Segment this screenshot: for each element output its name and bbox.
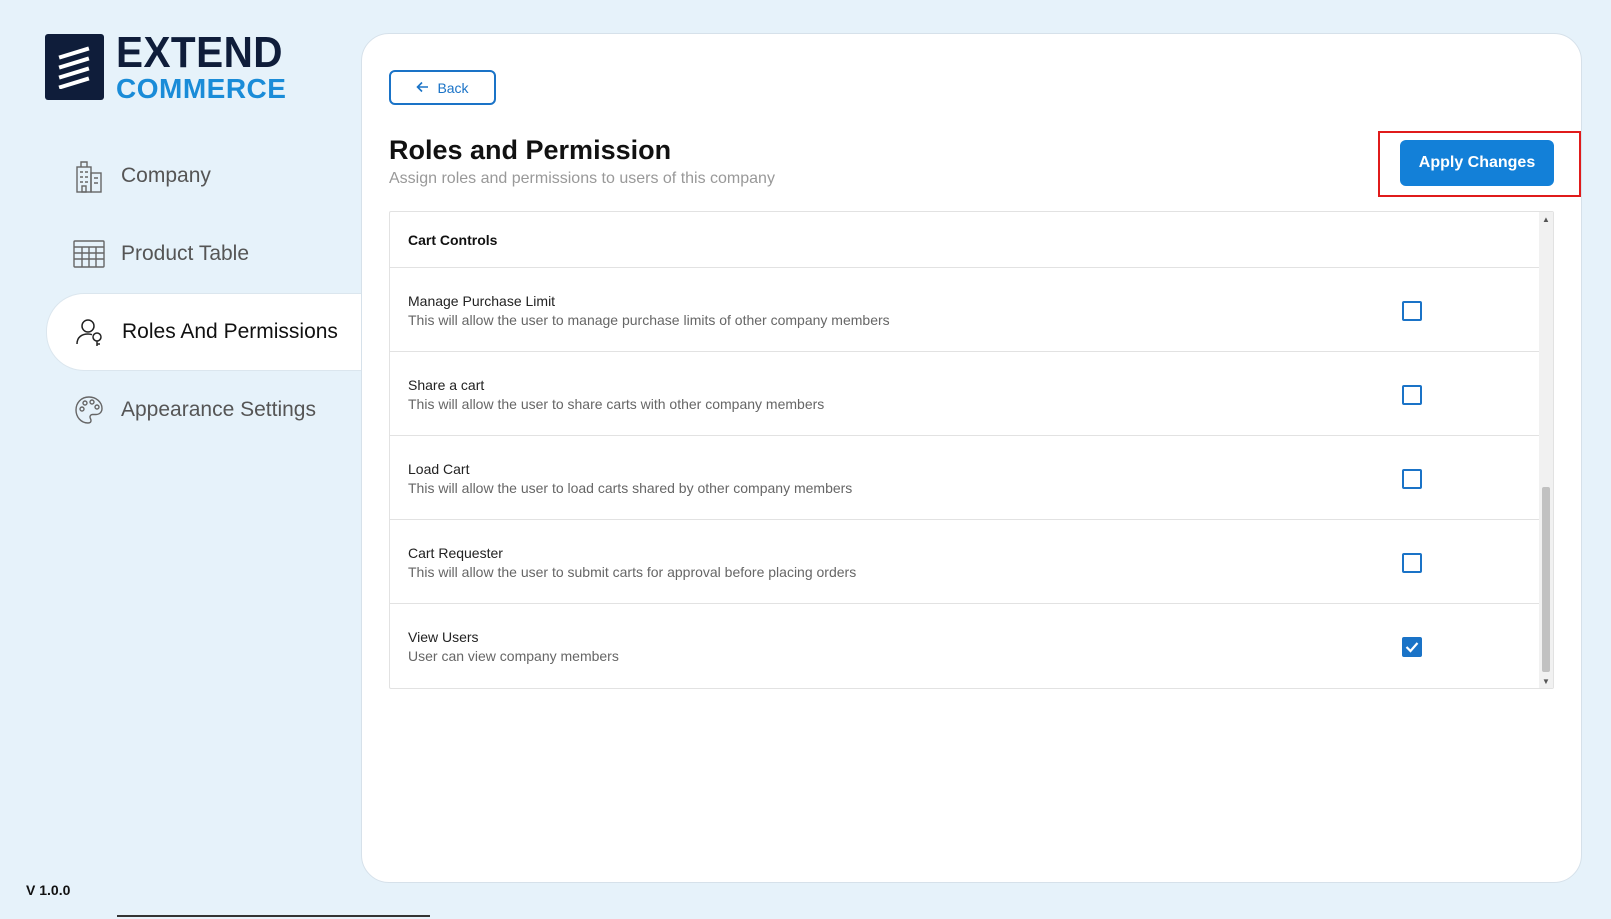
permission-checkbox[interactable] [1402, 553, 1422, 573]
back-button-label: Back [437, 79, 469, 96]
permission-name: Cart Requester [408, 545, 503, 561]
page-subtitle: Assign roles and permissions to users of… [389, 170, 775, 187]
section-header: Cart Controls [390, 212, 1539, 268]
permission-name: Share a cart [408, 377, 485, 393]
user-key-icon [74, 316, 106, 348]
permission-checkbox[interactable] [1402, 301, 1422, 321]
vertical-scrollbar[interactable]: ▲ ▼ [1539, 212, 1553, 688]
permission-row-load-cart: Load Cart This will allow the user to lo… [390, 436, 1539, 520]
permission-name: View Users [408, 629, 479, 645]
main-panel: Back Roles and Permission Assign roles a… [361, 33, 1582, 883]
scrollbar-thumb[interactable] [1542, 487, 1550, 672]
permission-checkbox-checked[interactable] [1402, 637, 1422, 657]
permissions-list: Cart Controls Manage Purchase Limit This… [390, 212, 1539, 688]
permission-row-view-users: View Users User can view company members [390, 604, 1539, 688]
sidebar-item-label: Product Table [121, 242, 250, 265]
permission-row-manage-purchase-limit: Manage Purchase Limit This will allow th… [390, 268, 1539, 352]
permission-description: This will allow the user to load carts s… [408, 480, 853, 496]
logo-mark-icon [45, 34, 104, 100]
permission-checkbox[interactable] [1402, 385, 1422, 405]
sidebar-item-appearance-settings[interactable]: Appearance Settings [46, 371, 362, 449]
permissions-table: Cart Controls Manage Purchase Limit This… [389, 211, 1554, 689]
sidebar-item-label: Appearance Settings [121, 398, 316, 421]
permission-description: This will allow the user to submit carts… [408, 564, 857, 580]
back-button[interactable]: Back [389, 70, 496, 105]
building-icon [73, 160, 105, 193]
table-icon [73, 238, 105, 270]
permission-description: User can view company members [408, 648, 619, 664]
permission-row-share-a-cart: Share a cart This will allow the user to… [390, 352, 1539, 436]
scroll-down-icon[interactable]: ▼ [1539, 674, 1553, 688]
arrow-left-icon [416, 80, 429, 96]
app-root: EXTEND COMMERCE Company Product Table Ro… [0, 0, 1611, 919]
permission-description: This will allow the user to manage purch… [408, 312, 890, 328]
permission-row-cart-requester: Cart Requester This will allow the user … [390, 520, 1539, 604]
sidebar-nav: Company Product Table Roles And Permissi… [46, 137, 364, 449]
version-label: V 1.0.0 [26, 882, 71, 898]
logo-wordmark: EXTEND COMMERCE [116, 31, 297, 103]
sidebar-item-product-table[interactable]: Product Table [46, 215, 362, 293]
permission-name: Load Cart [408, 461, 470, 477]
sidebar-item-label: Company [121, 164, 211, 187]
logo-line-1: EXTEND [116, 28, 283, 77]
sidebar-item-label: Roles And Permissions [122, 320, 338, 343]
divider [117, 915, 430, 917]
palette-icon [73, 394, 105, 426]
permission-checkbox[interactable] [1402, 469, 1422, 489]
sidebar-item-roles-and-permissions[interactable]: Roles And Permissions [46, 293, 364, 371]
permission-name: Manage Purchase Limit [408, 293, 556, 309]
page-title: Roles and Permission [389, 135, 672, 165]
brand-logo: EXTEND COMMERCE [45, 31, 297, 103]
scroll-up-icon[interactable]: ▲ [1539, 212, 1553, 226]
sidebar-item-company[interactable]: Company [46, 137, 362, 215]
checkmark-icon [1405, 642, 1419, 653]
apply-changes-button[interactable]: Apply Changes [1400, 140, 1554, 186]
logo-line-2: COMMERCE [116, 73, 287, 104]
permission-description: This will allow the user to share carts … [408, 396, 825, 412]
